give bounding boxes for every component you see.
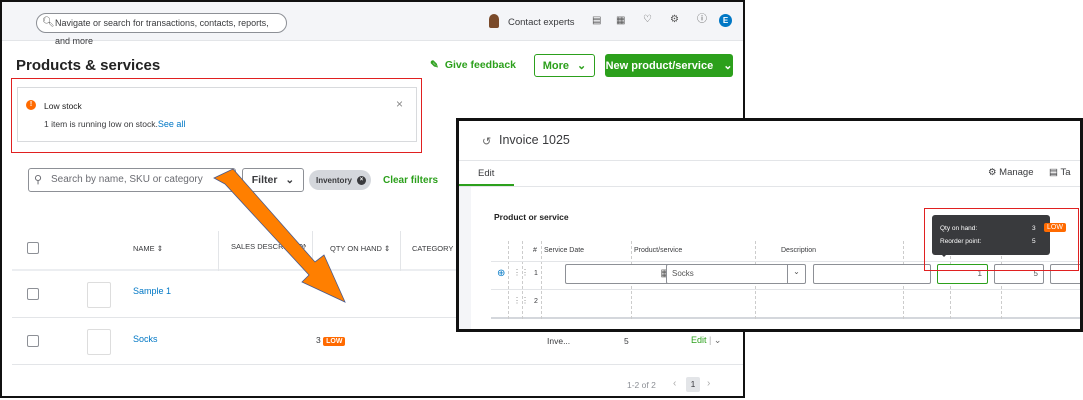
table-button[interactable]: ▤ Ta bbox=[1049, 167, 1071, 178]
section-title: Product or service bbox=[494, 212, 569, 222]
stock-tooltip: Qty on hand: 3 LOW Reorder point: 5 bbox=[932, 215, 1066, 257]
line-number: 2 bbox=[534, 298, 538, 305]
product-service-select[interactable]: Socks ⌄ bbox=[666, 264, 806, 284]
arrow-shape bbox=[213, 168, 346, 303]
description-input[interactable] bbox=[813, 264, 931, 284]
chevron-down-icon[interactable]: ⌄ bbox=[787, 265, 805, 283]
column-number: # bbox=[533, 247, 537, 254]
gear-icon: ⚙ bbox=[988, 167, 997, 178]
drag-handle-icon[interactable]: ⋮⋮ bbox=[513, 296, 529, 305]
tooltip-pointer bbox=[940, 253, 948, 261]
tab-edit[interactable]: Edit bbox=[478, 168, 494, 179]
manage-button[interactable]: ⚙ Manage bbox=[988, 167, 1034, 178]
invoice-window: ↺ Invoice 1025 Edit ⚙ Manage ▤ Ta Produc… bbox=[456, 118, 1083, 332]
column-product-service: Product/service bbox=[634, 247, 683, 254]
service-date-input[interactable]: ▦ bbox=[565, 264, 676, 284]
column-description: Description bbox=[781, 247, 817, 254]
history-icon[interactable]: ↺ bbox=[482, 135, 491, 148]
tooltip-reorder-label: Reorder point: bbox=[940, 238, 982, 245]
drag-handle-icon[interactable]: ⋮⋮ bbox=[513, 268, 529, 277]
column-service-date: Service Date bbox=[544, 247, 585, 254]
tooltip-qty-value: 3 bbox=[1032, 225, 1036, 232]
tooltip-reorder-value: 5 bbox=[1032, 238, 1036, 245]
tooltip-qty-label: Qty on hand: bbox=[940, 225, 978, 232]
table-icon: ▤ bbox=[1049, 167, 1058, 178]
add-line-icon[interactable]: ⊕ bbox=[497, 268, 505, 279]
line-number: 1 bbox=[534, 270, 538, 277]
low-badge: LOW bbox=[1044, 223, 1066, 232]
invoice-title: Invoice 1025 bbox=[499, 133, 570, 147]
